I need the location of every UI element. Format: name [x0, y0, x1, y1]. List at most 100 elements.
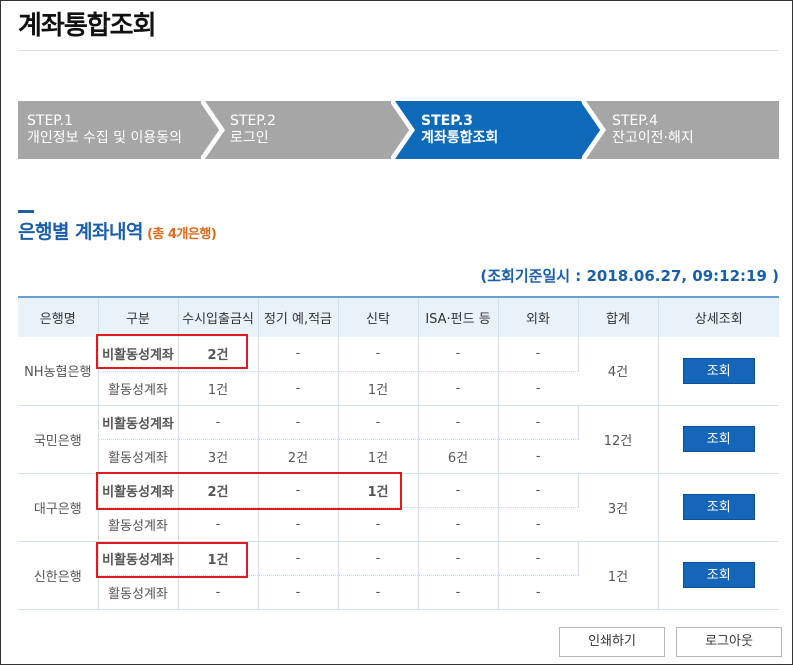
cell-foreign: - [498, 507, 578, 542]
bank-total: 1건 [578, 541, 659, 610]
view-detail-button[interactable]: 조회 [682, 357, 755, 384]
cell-demand: - [178, 507, 259, 542]
account-type-inactive: 비활동성계좌 [98, 337, 179, 372]
cell-demand: 3건 [178, 439, 259, 474]
bank-total: 3건 [578, 473, 659, 542]
logout-button[interactable]: 로그아웃 [676, 627, 782, 657]
step-2-sub: 로그인 [230, 130, 269, 146]
account-type-active: 활동성계좌 [98, 575, 179, 610]
cell-savings: - [258, 473, 339, 508]
cell-trust: - [338, 337, 419, 372]
cell-trust: - [338, 405, 419, 440]
header-bank: 은행명 [18, 296, 99, 337]
cell-demand: - [178, 405, 259, 440]
cell-isa-fund: - [418, 473, 499, 508]
account-type-active: 활동성계좌 [98, 439, 179, 474]
step-3-sub: 계좌통합조회 [421, 130, 499, 146]
cell-foreign: - [498, 541, 579, 576]
cell-savings: - [258, 405, 339, 440]
cell-savings: 2건 [258, 439, 339, 474]
bank-total: 12건 [578, 405, 659, 474]
cell-isa-fund: - [418, 371, 499, 406]
table-row: 국민은행 비활동성계좌 - - - - -12건 조회 [18, 405, 779, 474]
account-type-active: 활동성계좌 [98, 507, 179, 542]
bank-name: 신한은행 [18, 541, 99, 610]
detail-cell: 조회 [658, 337, 779, 406]
cell-trust: - [338, 541, 419, 576]
header-trust: 신탁 [338, 296, 419, 337]
cell-foreign: - [498, 405, 579, 440]
table-row: 대구은행 비활동성계좌 2건 -1건 - -3건 조회 [18, 473, 779, 542]
cell-trust: 1건 [338, 371, 419, 406]
step-3: STEP.3 계좌통합조회 [391, 101, 604, 159]
cell-demand: 1건 [178, 371, 259, 406]
account-type-active: 활동성계좌 [98, 371, 179, 406]
cell-demand: - [178, 575, 259, 610]
table-row: NH농협은행 비활동성계좌 2건 - - - -4건 조회 [18, 337, 779, 406]
section-accent-bar [18, 210, 34, 213]
cell-foreign: - [498, 337, 579, 372]
section-subtitle: (총 4개은행) [146, 227, 217, 242]
view-detail-button[interactable]: 조회 [682, 494, 755, 520]
cell-isa-fund: - [418, 575, 499, 610]
step-2: STEP.2 로그인 [201, 101, 413, 159]
header-savings: 정기 예,적금 [258, 296, 339, 337]
step-1-sub: 개인정보 수집 및 이용동의 [27, 130, 183, 146]
step-1-label: STEP.1 [27, 113, 73, 129]
header-total: 합계 [578, 296, 659, 337]
cell-trust: - [338, 507, 419, 542]
cell-isa-fund: - [418, 507, 499, 542]
cell-foreign: - [498, 371, 578, 406]
cell-trust: 1건 [338, 473, 419, 508]
bank-name: 국민은행 [18, 405, 99, 474]
header-isa-fund: ISA·펀드 등 [418, 296, 499, 337]
print-button[interactable]: 인쇄하기 [559, 627, 665, 657]
step-1: STEP.1 개인정보 수집 및 이용동의 [18, 101, 223, 159]
cell-demand: 2건 [178, 473, 259, 508]
cell-trust: - [338, 575, 419, 610]
view-detail-button[interactable]: 조회 [682, 562, 755, 588]
step-4-label: STEP.4 [612, 113, 658, 129]
page-title: 계좌통합조회 [18, 11, 157, 41]
header-detail: 상세조회 [658, 296, 779, 337]
account-table: 은행명 구분 수시입출금식 정기 예,적금 신탁 ISA·펀드 등 외화 합계 … [18, 296, 779, 610]
cell-trust: 1건 [338, 439, 419, 474]
bank-name: NH농협은행 [18, 337, 99, 406]
cell-foreign: - [498, 439, 578, 474]
account-type-inactive: 비활동성계좌 [98, 541, 179, 576]
cell-foreign: - [498, 575, 578, 610]
cell-savings: - [258, 541, 339, 576]
step-2-label: STEP.2 [230, 113, 276, 129]
cell-isa-fund: - [418, 337, 499, 372]
step-3-label: STEP.3 [421, 113, 473, 129]
cell-savings: - [258, 337, 339, 372]
bank-name: 대구은행 [18, 473, 99, 542]
header-type: 구분 [98, 296, 179, 337]
step-4-sub: 잔고이전·해지 [612, 130, 694, 146]
detail-cell: 조회 [658, 473, 779, 542]
cell-demand: 1건 [178, 541, 259, 576]
table-header-row: 은행명 구분 수시입출금식 정기 예,적금 신탁 ISA·펀드 등 외화 합계 … [18, 296, 779, 337]
cell-isa-fund: - [418, 405, 499, 440]
cell-savings: - [258, 507, 339, 542]
section-title-text: 은행별 계좌내역 [18, 221, 143, 243]
cell-foreign: - [498, 473, 579, 508]
title-divider [18, 50, 779, 51]
step-progress: STEP.1 개인정보 수집 및 이용동의 STEP.2 로그인 STEP.3 … [18, 101, 779, 159]
query-timestamp: (조회기준일시 : 2018.06.27, 09:12:19 ) [480, 267, 779, 285]
detail-cell: 조회 [658, 541, 779, 610]
step-4: STEP.4 잔고이전·해지 [582, 101, 779, 159]
window-frame: 계좌통합조회 STEP.1 개인정보 수집 및 이용동의 STEP.2 로그인 … [0, 0, 793, 665]
cell-savings: - [258, 371, 339, 406]
detail-cell: 조회 [658, 405, 779, 474]
cell-savings: - [258, 575, 339, 610]
view-detail-button[interactable]: 조회 [682, 426, 755, 452]
cell-isa-fund: - [418, 541, 499, 576]
section-title: 은행별 계좌내역 (총 4개은행) [18, 217, 217, 244]
account-type-inactive: 비활동성계좌 [98, 405, 179, 440]
header-foreign: 외화 [498, 296, 579, 337]
bank-total: 4건 [578, 337, 659, 406]
cell-isa-fund: 6건 [418, 439, 499, 474]
account-type-inactive: 비활동성계좌 [98, 473, 179, 508]
cell-demand: 2건 [178, 337, 259, 372]
